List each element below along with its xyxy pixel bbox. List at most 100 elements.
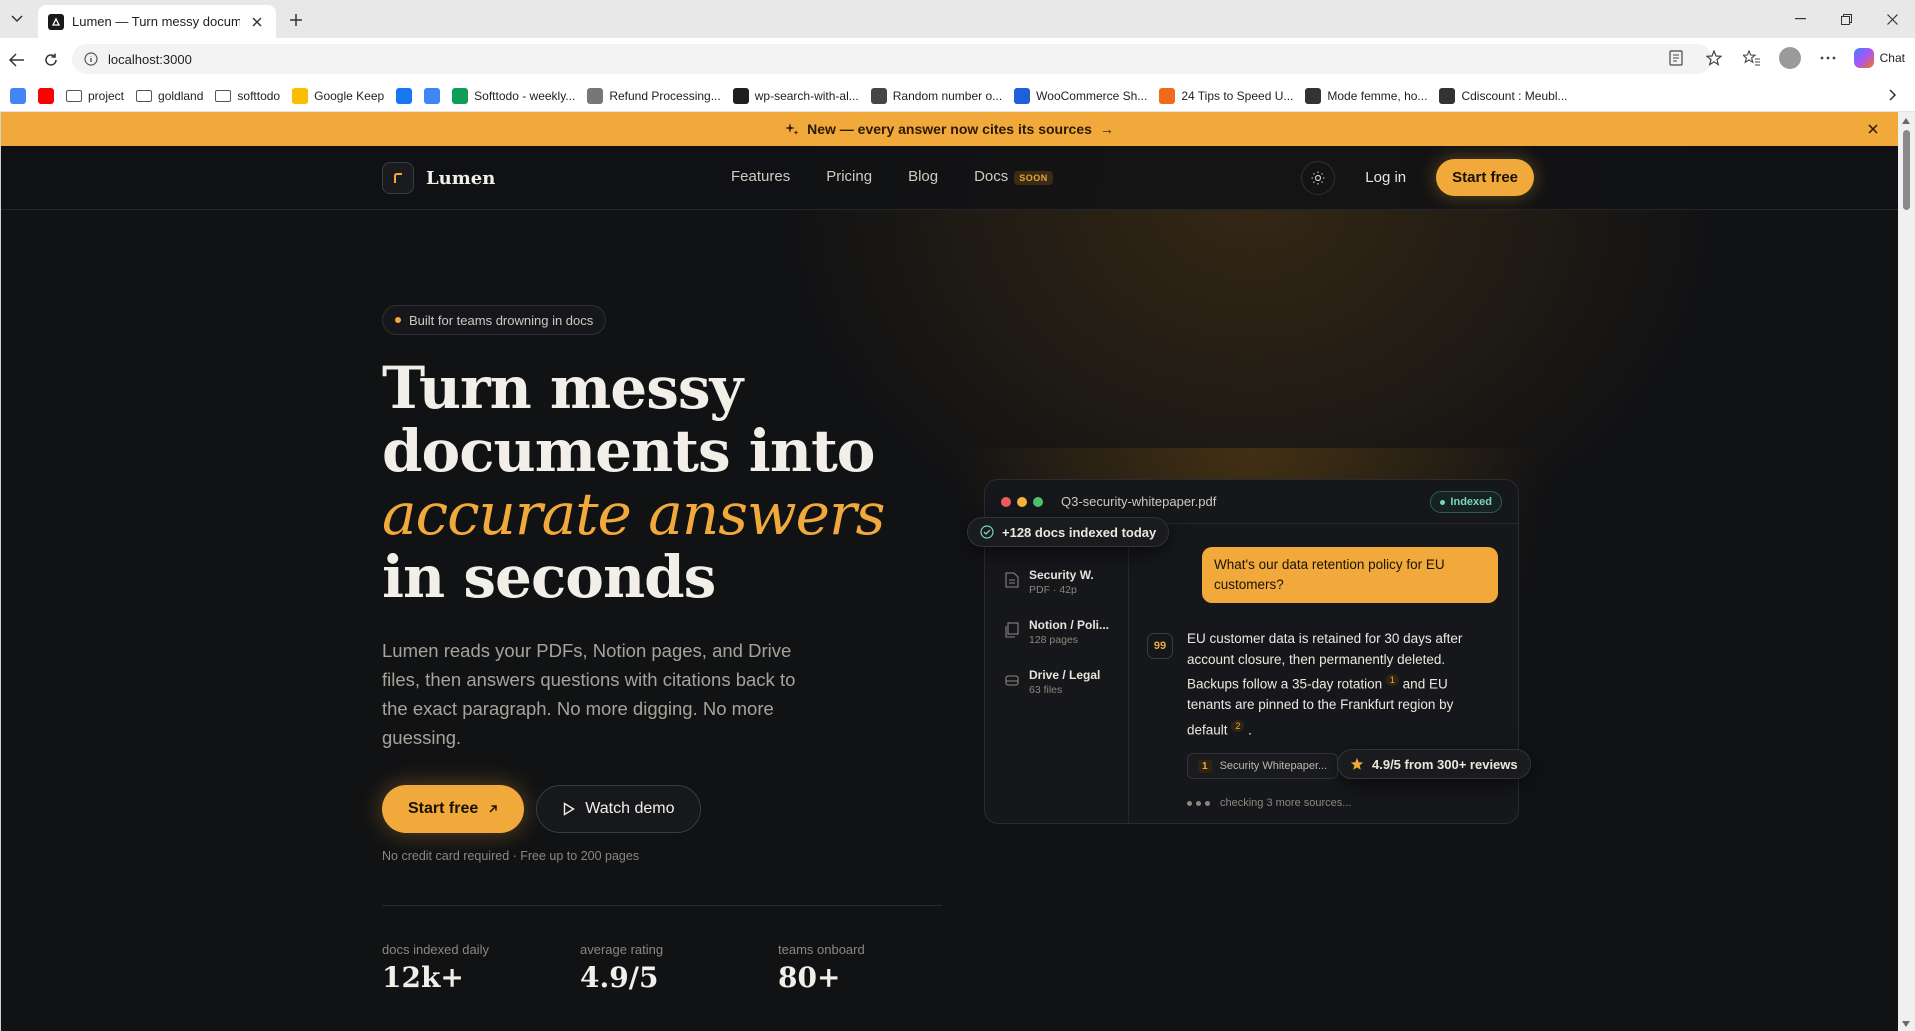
nav-link-blog[interactable]: Blog — [908, 168, 938, 185]
source-sub: 128 pages — [1029, 634, 1079, 646]
lumen-logo-icon — [382, 162, 414, 194]
citation-2[interactable]: 2 — [1231, 719, 1245, 732]
bookmark-label: softtodo — [237, 88, 281, 103]
announcement-arrow-icon: → — [1099, 121, 1114, 137]
close-announcement-icon[interactable] — [1864, 120, 1882, 138]
bookmark-label: Refund Processing... — [609, 88, 721, 103]
check-circle-icon — [980, 525, 994, 539]
bookmark-item[interactable]: project — [66, 89, 124, 103]
bookmark-item[interactable]: Softtodo - weekly... — [452, 87, 575, 104]
favorites-icon[interactable] — [1740, 44, 1764, 72]
bookmark-item[interactable]: goldland — [136, 89, 203, 103]
bookmark-item[interactable] — [424, 87, 441, 104]
stats-divider — [382, 905, 942, 906]
bookmark-label: wp-search-with-al... — [754, 88, 859, 103]
bookmarks-overflow-chevron-icon[interactable] — [1889, 88, 1897, 106]
stat-value: 80+ — [778, 961, 841, 994]
bookmark-item[interactable]: Google Keep — [292, 87, 385, 104]
close-window-button[interactable] — [1869, 0, 1915, 38]
bookmark-label: Cdiscount : Meubl... — [1461, 88, 1568, 103]
reload-icon[interactable] — [38, 47, 64, 73]
bookmark-item[interactable]: Random number o... — [870, 87, 1002, 104]
answer-text: EU customer data is retained for 30 days… — [1187, 629, 1477, 741]
docs-indexed-badge: +128 docs indexed today — [967, 517, 1170, 547]
browser-tab-bar: Lumen — Turn messy documents into accura… — [0, 0, 1915, 38]
nav-start-free-button[interactable]: Start free — [1436, 159, 1534, 196]
hero-start-free-button[interactable]: Start free — [382, 785, 525, 833]
bookmark-item[interactable]: WooCommerce Sh... — [1014, 87, 1148, 104]
bookmark-label: 24 Tips to Speed U... — [1181, 88, 1294, 103]
scroll-up-arrow-icon[interactable] — [1902, 118, 1910, 124]
announcement-bar[interactable]: New — every answer now cites its sources… — [1, 112, 1898, 146]
bookmark-item[interactable]: 24 Tips to Speed U... — [1159, 87, 1294, 104]
copilot-label: Chat — [1879, 51, 1905, 65]
scroll-thumb[interactable] — [1903, 130, 1910, 210]
indexed-badge: Indexed — [1430, 491, 1502, 513]
new-tab-button[interactable] — [284, 8, 308, 32]
watch-demo-button[interactable]: Watch demo — [536, 785, 702, 833]
address-bar[interactable]: localhost:3000 — [72, 44, 1712, 74]
start-free-label: Start free — [408, 800, 479, 817]
github-icon — [732, 87, 749, 104]
generic-icon — [587, 87, 604, 104]
arrow-up-right-icon — [489, 805, 497, 813]
brand-logo[interactable]: Lumen — [382, 162, 495, 194]
source-item[interactable]: Notion / Poli... 128 pages — [1005, 618, 1109, 646]
bookmark-item[interactable] — [38, 87, 54, 104]
more-options-icon[interactable] — [1816, 44, 1840, 72]
bookmark-item[interactable]: wp-search-with-al... — [732, 87, 859, 104]
bookmark-label: Google Keep — [314, 88, 385, 103]
bookmark-item[interactable]: Mode femme, ho... — [1305, 87, 1427, 104]
url-text[interactable]: localhost:3000 — [108, 52, 192, 67]
favorite-star-icon[interactable] — [1702, 44, 1726, 72]
hero-title-accent: accurate answers — [382, 480, 885, 548]
reading-view-icon[interactable] — [1664, 44, 1688, 72]
citation-chip[interactable]: 1 Security Whitepaper... — [1187, 753, 1339, 779]
browser-tab-active[interactable]: Lumen — Turn messy documents into accura… — [38, 5, 276, 38]
restore-button[interactable] — [1823, 0, 1869, 38]
bookmark-item[interactable] — [396, 87, 413, 104]
bookmark-item[interactable] — [10, 87, 26, 104]
site-info-icon[interactable] — [84, 52, 98, 66]
stat-label: average rating — [580, 942, 664, 957]
bookmark-label: project — [88, 88, 125, 103]
bookmark-label: WooCommerce Sh... — [1036, 88, 1148, 103]
back-arrow-icon[interactable] — [4, 47, 30, 73]
source-item[interactable]: Drive / Legal 63 files — [1005, 668, 1100, 696]
fine-print: No credit card required · Free up to 200… — [382, 849, 640, 863]
brand-name: Lumen — [426, 167, 496, 189]
nav-link-docs[interactable]: Docs SOON — [974, 168, 1053, 185]
source-title: Notion / Poli... — [1029, 618, 1109, 632]
sources-sidebar: Security W. PDF · 42p Notion / Poli... 128… — [985, 524, 1129, 823]
minimize-button[interactable] — [1777, 0, 1823, 38]
close-tab-icon[interactable] — [248, 13, 266, 31]
hero-pill: Built for teams drowning in docs — [382, 305, 607, 335]
bookmark-item[interactable]: Cdiscount : Meubl... — [1439, 87, 1568, 104]
tab-title: Lumen — Turn messy documents into accura… — [72, 14, 240, 29]
theme-toggle-sun-icon[interactable] — [1301, 160, 1336, 195]
rating-text: 4.9/5 from 300+ reviews — [1372, 756, 1518, 772]
scroll-down-arrow-icon[interactable] — [1902, 1021, 1910, 1027]
soon-badge: SOON — [1014, 171, 1053, 185]
bookmark-item[interactable]: softtodo — [215, 89, 280, 103]
folder-icon — [136, 89, 153, 102]
nav-link-pricing[interactable]: Pricing — [826, 168, 872, 185]
copilot-chat-button[interactable]: Chat — [1853, 48, 1905, 68]
nav-link-features[interactable]: Features — [731, 168, 790, 185]
stat-label: teams onboard — [778, 942, 865, 957]
citation-1[interactable]: 1 — [1385, 674, 1399, 686]
wordpress-icon — [870, 87, 887, 104]
source-sub: 63 files — [1029, 684, 1063, 696]
profile-avatar-icon[interactable] — [1778, 44, 1802, 72]
hero-description: Lumen reads your PDFs, Notion pages, and… — [382, 640, 796, 748]
page-scrollbar[interactable] — [1898, 112, 1915, 1031]
site-nav: Lumen Features Pricing Blog Docs SOON Log… — [1, 146, 1898, 210]
keep-icon — [292, 87, 309, 104]
hero-pill-text: Built for teams drowning in docs — [409, 312, 594, 328]
source-item[interactable]: Security W. PDF · 42p — [1005, 568, 1094, 596]
sparkle-icon — [785, 123, 799, 135]
bookmark-item[interactable]: Refund Processing... — [587, 87, 721, 104]
tab-list-chevron-icon[interactable] — [6, 8, 28, 30]
login-link[interactable]: Log in — [1365, 169, 1406, 186]
docs-indexed-text: +128 docs indexed today — [1002, 524, 1157, 540]
